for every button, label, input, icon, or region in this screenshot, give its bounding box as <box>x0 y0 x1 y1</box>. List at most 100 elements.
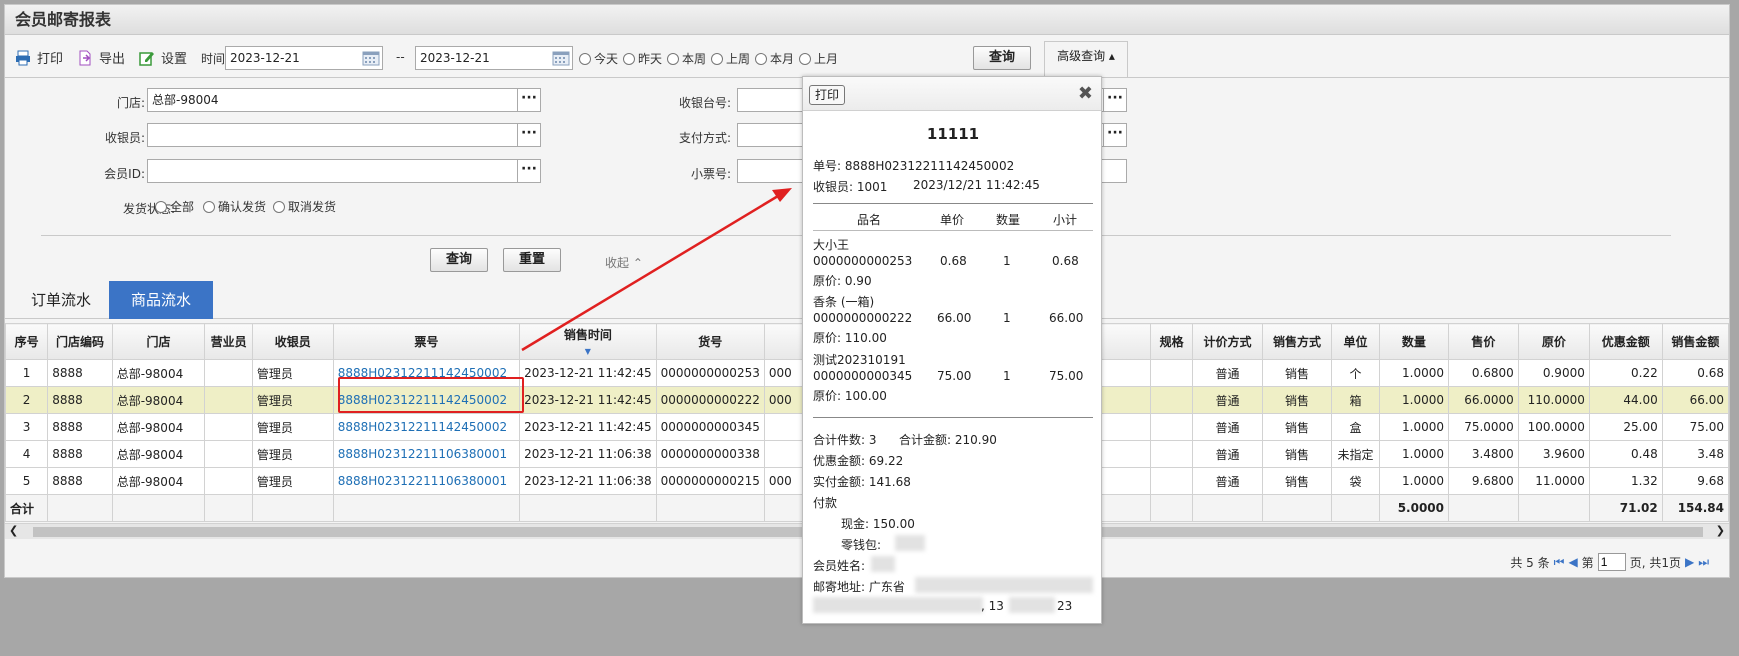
column-header[interactable]: 门店编码 <box>47 323 113 360</box>
member-id-input[interactable] <box>147 159 518 183</box>
table-cell: 9.68 <box>1661 467 1730 495</box>
settings-button[interactable]: 设置 <box>139 48 187 67</box>
column-header[interactable]: 计价方式 <box>1192 323 1263 360</box>
table-cell: 管理员 <box>251 359 334 387</box>
scroll-right-icon[interactable]: ❯ <box>1716 524 1725 537</box>
table-cell: 管理员 <box>251 386 334 414</box>
receipt-item-price: 75.00 <box>937 369 972 383</box>
receipt-col-qty: 数量 <box>996 213 1021 227</box>
table-cell: 1 <box>4 359 49 387</box>
column-header[interactable]: 数量 <box>1378 323 1450 360</box>
caret-up-icon: ▴ <box>1108 49 1115 63</box>
export-button[interactable]: 导出 <box>77 48 125 67</box>
store-input[interactable]: 总部-98004 <box>147 88 518 112</box>
date-to-input[interactable]: 2023-12-21 <box>415 46 573 70</box>
receipt-phone-fragment: , 13 <box>981 599 1004 613</box>
table-cell: 箱 <box>1331 386 1380 414</box>
table-cell: 2 <box>4 386 49 414</box>
ship-all-radio[interactable]: 全部 <box>155 198 194 215</box>
range-yesterday-radio[interactable]: 昨天 <box>623 50 662 67</box>
column-header[interactable]: 销售金额 <box>1661 323 1730 360</box>
table-cell: 110.0000 <box>1517 386 1590 414</box>
scroll-left-icon[interactable]: ❮ <box>9 524 18 537</box>
column-header[interactable]: 销售方式 <box>1261 323 1333 360</box>
table-cell: 1.0000 <box>1378 359 1450 387</box>
table-cell <box>204 359 253 387</box>
receipt-item-name: 香条 (一箱) <box>813 295 875 309</box>
last-page-icon[interactable]: ⏭ <box>1698 555 1709 570</box>
table-cell <box>1150 359 1194 387</box>
redacted-block <box>915 577 1093 593</box>
table-cell: 销售 <box>1261 386 1333 414</box>
tab-product-flow[interactable]: 商品流水 <box>109 281 213 319</box>
filter-reset-button[interactable]: 重置 <box>503 248 561 272</box>
chevron-up-icon: ⌃ <box>632 256 643 270</box>
cashier-picker-button[interactable]: ··· <box>517 123 541 147</box>
date-separator: -- <box>396 50 405 64</box>
prev-page-icon[interactable]: ◀ <box>1568 555 1577 569</box>
ticket-link[interactable]: 8888H02312211142450002 <box>332 413 521 441</box>
column-header[interactable]: 货号 <box>655 323 765 360</box>
ship-confirm-radio[interactable]: 确认发货 <box>203 198 266 215</box>
collapse-toggle[interactable]: 收起 ⌃ <box>605 254 643 271</box>
table-cell <box>1150 413 1194 441</box>
table-cell: 销售 <box>1261 467 1333 495</box>
table-cell <box>204 413 253 441</box>
table-cell: 总部-98004 <box>111 386 206 414</box>
close-icon[interactable]: ✖ <box>1078 83 1093 104</box>
receipt-item-qty: 1 <box>1003 254 1011 268</box>
advanced-query-toggle[interactable]: 高级查询 ▴ <box>1044 41 1128 77</box>
receipt-member-name: 会员姓名: <box>813 559 866 573</box>
range-last-month-radio[interactable]: 上月 <box>799 50 838 67</box>
table-cell <box>204 386 253 414</box>
column-header[interactable]: 门店 <box>111 323 206 360</box>
column-header[interactable]: 规格 <box>1150 323 1194 360</box>
receipt-item-original: 原价: 0.90 <box>813 274 872 288</box>
more-icon: ··· <box>521 90 537 106</box>
range-label: 本周 <box>682 52 707 66</box>
more-icon: ··· <box>1107 90 1123 106</box>
range-last-week-radio[interactable]: 上周 <box>711 50 750 67</box>
receipt-item-price: 0.68 <box>940 254 967 268</box>
filter-query-button[interactable]: 查询 <box>430 248 488 272</box>
column-header[interactable]: 营业员 <box>204 323 253 360</box>
column-header-sorted[interactable]: 销售时间 ▼ <box>519 323 657 360</box>
print-button[interactable]: 打印 <box>15 48 63 67</box>
pager-total: 共 5 条 <box>1510 555 1550 570</box>
range-this-month-radio[interactable]: 本月 <box>755 50 794 67</box>
toolbar: 打印 导出 设置 时间 2023-12-21 -- 2023-12-21 今天 … <box>5 42 1729 74</box>
member-picker-button[interactable]: ··· <box>517 159 541 183</box>
tab-order-flow[interactable]: 订单流水 <box>15 281 107 319</box>
column-header[interactable]: 单位 <box>1331 323 1380 360</box>
page-title: 会员邮寄报表 <box>5 5 1729 35</box>
cashier-input[interactable] <box>147 123 518 147</box>
page-number-input[interactable] <box>1597 553 1626 571</box>
calendar-icon[interactable] <box>362 50 380 66</box>
calendar-icon[interactable] <box>552 50 570 66</box>
radio-circle <box>623 52 635 65</box>
table-cell: 总部-98004 <box>111 413 206 441</box>
more-icon: ··· <box>521 125 537 141</box>
next-page-icon[interactable]: ▶ <box>1685 555 1694 569</box>
payment-picker-button[interactable]: ··· <box>1103 123 1127 147</box>
query-button[interactable]: 查询 <box>973 46 1031 70</box>
column-header[interactable]: 原价 <box>1517 323 1590 360</box>
column-header[interactable]: 售价 <box>1448 323 1519 360</box>
receipt-print-button[interactable]: 打印 <box>809 85 846 105</box>
store-picker-button[interactable]: ··· <box>517 88 541 112</box>
first-page-icon[interactable]: ⏮ <box>1554 555 1565 570</box>
ship-cancel-radio[interactable]: 取消发货 <box>273 198 336 215</box>
range-this-week-radio[interactable]: 本周 <box>667 50 706 67</box>
till-picker-button[interactable]: ··· <box>1103 88 1127 112</box>
column-header[interactable]: 优惠金额 <box>1588 323 1663 360</box>
column-header[interactable]: 票号 <box>332 323 521 360</box>
receipt-item-code: 0000000000345 <box>813 369 913 383</box>
redacted-block <box>813 597 983 613</box>
ticket-link[interactable]: 8888H02312211106380001 <box>332 440 521 468</box>
ticket-link[interactable]: 8888H02312211106380001 <box>332 467 521 495</box>
column-header[interactable]: 序号 <box>4 323 49 360</box>
table-cell: 0000000000253 <box>655 359 765 387</box>
date-from-input[interactable]: 2023-12-21 <box>225 46 383 70</box>
range-today-radio[interactable]: 今天 <box>579 50 618 67</box>
column-header[interactable]: 收银员 <box>251 323 334 360</box>
